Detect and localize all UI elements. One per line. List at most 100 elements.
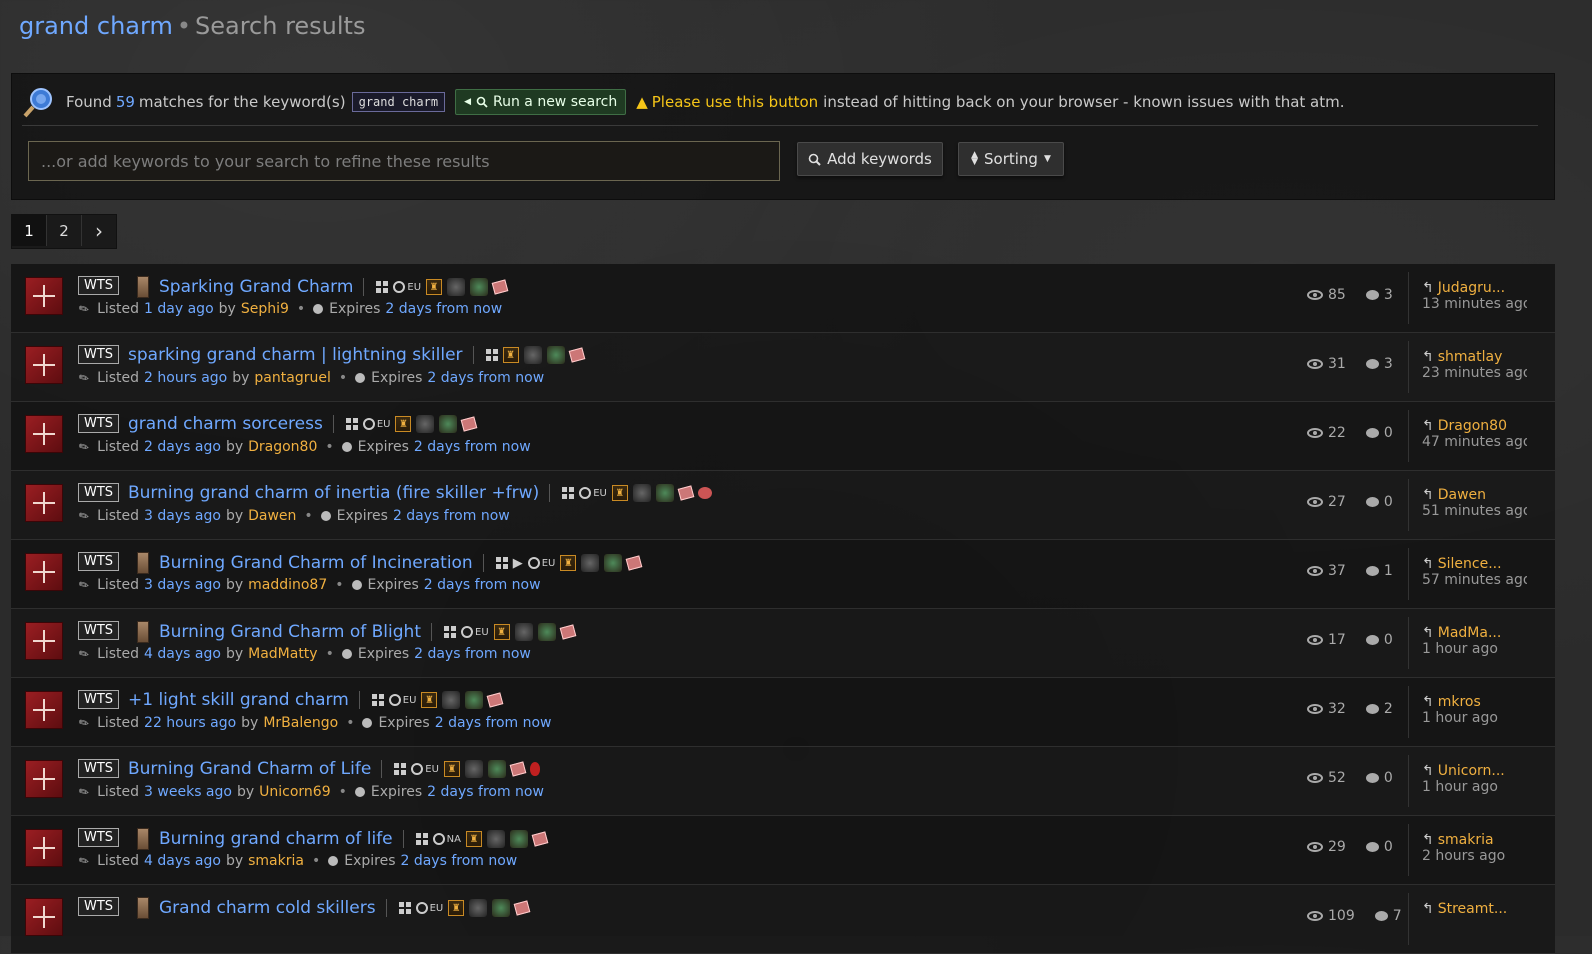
last-reply: ↰ Judagru... 13 minutes ago bbox=[1408, 272, 1527, 324]
class-icon bbox=[492, 899, 511, 917]
region-label: EU bbox=[402, 694, 417, 706]
listing-row[interactable]: WTS Sparking Grand Charm EU ♜ ✎ Listed 1 day a… bbox=[11, 264, 1555, 333]
last-reply: ↰ MadMa... 1 hour ago bbox=[1408, 617, 1527, 669]
seller-name[interactable]: maddino87 bbox=[248, 577, 327, 593]
reply-arrow-icon: ↰ bbox=[1422, 901, 1434, 917]
grand-charm-image bbox=[137, 552, 149, 574]
seller-name[interactable]: Dragon80 bbox=[248, 439, 317, 455]
page-title-keyword[interactable]: grand charm bbox=[19, 12, 173, 40]
region-tag: EU bbox=[579, 487, 607, 499]
wts-badge: WTS bbox=[78, 345, 120, 364]
seller-name[interactable]: Unicorn69 bbox=[259, 784, 330, 800]
last-reply-user[interactable]: Judagru... bbox=[1438, 280, 1505, 296]
listing-title-link[interactable]: grand charm sorceress bbox=[128, 414, 323, 434]
listing-thumbnail[interactable] bbox=[25, 829, 63, 867]
comment-icon bbox=[1374, 911, 1388, 921]
listing-thumbnail[interactable] bbox=[25, 553, 63, 591]
windows-platform-icon bbox=[394, 763, 407, 775]
last-reply-user[interactable]: Unicorn... bbox=[1438, 763, 1505, 779]
windows-platform-icon bbox=[562, 487, 575, 499]
hardcore-icon bbox=[514, 623, 533, 641]
add-keywords-button[interactable]: Add keywords bbox=[797, 142, 943, 176]
listing-thumbnail[interactable] bbox=[25, 277, 63, 315]
listing-row[interactable]: WTS Burning grand charm of inertia (fire … bbox=[11, 471, 1555, 540]
region-tag: EU bbox=[393, 281, 421, 293]
seller-name[interactable]: MadMatty bbox=[248, 646, 317, 662]
next-page-chevron-icon[interactable]: › bbox=[82, 215, 116, 246]
expires-label: Expires bbox=[329, 301, 381, 317]
listing-thumbnail[interactable] bbox=[25, 691, 63, 729]
seller-name[interactable]: smakria bbox=[248, 853, 304, 869]
listing-row[interactable]: WTS grand charm sorceress EU ♜ ✎ Listed 2 days… bbox=[11, 402, 1555, 471]
ladder-icon: ♜ bbox=[465, 831, 482, 847]
by-label: by bbox=[225, 646, 244, 662]
listing-title-link[interactable]: Burning Grand Charm of Life bbox=[128, 759, 371, 779]
last-reply-user[interactable]: Streamt... bbox=[1438, 901, 1508, 917]
listing-thumbnail[interactable] bbox=[25, 346, 63, 384]
listing-row[interactable]: WTS Burning grand charm of life NA ♜ ✎ Listed… bbox=[11, 816, 1555, 885]
reply-arrow-icon: ↰ bbox=[1422, 418, 1434, 434]
windows-platform-icon bbox=[345, 418, 358, 430]
run-new-search-button[interactable]: ◀ Run a new search bbox=[455, 89, 627, 115]
listing-title-link[interactable]: +1 light skill grand charm bbox=[128, 690, 349, 710]
title-divider bbox=[402, 830, 404, 848]
listing-row[interactable]: WTS Burning Grand Charm of Blight EU ♜ ✎ List… bbox=[11, 609, 1555, 678]
listing-thumbnail[interactable] bbox=[25, 484, 63, 522]
windows-platform-icon bbox=[495, 557, 508, 569]
listing-title-link[interactable]: sparking grand charm | lightning skiller bbox=[128, 345, 463, 365]
listed-ago: 3 weeks ago bbox=[144, 784, 232, 800]
comment-icon bbox=[1365, 428, 1379, 438]
listing-tags: EU ♜ bbox=[444, 623, 576, 641]
last-reply-user[interactable]: smakria bbox=[1438, 832, 1494, 848]
listing-title-link[interactable]: Burning grand charm of life bbox=[159, 829, 393, 849]
globe-icon bbox=[527, 557, 540, 569]
listing-row[interactable]: WTS Burning Grand Charm of Life EU ♜ ✎ Listed… bbox=[11, 747, 1555, 816]
panel-divider bbox=[22, 125, 1538, 126]
listing-thumbnail[interactable] bbox=[25, 760, 63, 798]
globe-icon bbox=[362, 418, 375, 430]
stopwatch-icon bbox=[355, 373, 366, 383]
listed-label: Listed bbox=[97, 853, 140, 869]
seller-name[interactable]: pantagruel bbox=[254, 370, 330, 386]
seller-name[interactable]: MrBalengo bbox=[263, 715, 338, 731]
listing-title-link[interactable]: Burning Grand Charm of Blight bbox=[159, 622, 421, 642]
listing-meta: ✎ Listed 22 hours ago by MrBalengo • Expires 2 … bbox=[76, 714, 551, 731]
listing-row[interactable]: WTS Grand charm cold skillers EU ♜ 109 7 ↰ Stre… bbox=[11, 885, 1555, 954]
page-1-button[interactable]: 1 bbox=[12, 215, 47, 246]
sorting-dropdown[interactable]: ▲ ▼ Sorting ▼ bbox=[958, 142, 1064, 176]
listing-title-line: Burning grand charm of life NA ♜ bbox=[137, 828, 549, 850]
last-reply-user[interactable]: mkros bbox=[1438, 694, 1481, 710]
stopwatch-icon bbox=[341, 442, 352, 452]
listing-title-link[interactable]: Burning Grand Charm of Incineration bbox=[159, 553, 473, 573]
seller-name[interactable]: Dawen bbox=[248, 508, 296, 524]
refine-keywords-input[interactable] bbox=[28, 141, 780, 181]
last-reply-user[interactable]: shmatlay bbox=[1438, 349, 1503, 365]
listing-title-link[interactable]: Sparking Grand Charm bbox=[159, 277, 353, 297]
last-reply-user[interactable]: MadMa... bbox=[1438, 625, 1502, 641]
listing-row[interactable]: WTS Burning Grand Charm of Incineration ▶ E… bbox=[11, 540, 1555, 609]
listing-title-link[interactable]: Burning grand charm of inertia (fire ski… bbox=[128, 483, 539, 503]
by-label: by bbox=[232, 370, 250, 386]
listing-row[interactable]: WTS sparking grand charm | lightning skil… bbox=[11, 333, 1555, 402]
by-label: by bbox=[225, 508, 244, 524]
listing-thumbnail[interactable] bbox=[25, 415, 63, 453]
wts-badge: WTS bbox=[78, 897, 120, 916]
last-reply-user[interactable]: Dawen bbox=[1438, 487, 1486, 503]
last-reply-user[interactable]: Silence... bbox=[1438, 556, 1502, 572]
listing-row[interactable]: WTS +1 light skill grand charm EU ♜ ✎ Listed 2… bbox=[11, 678, 1555, 747]
listing-thumbnail[interactable] bbox=[25, 898, 63, 936]
listing-title-link[interactable]: Grand charm cold skillers bbox=[159, 898, 376, 918]
reply-count: 3 bbox=[1383, 287, 1393, 303]
stopwatch-icon bbox=[362, 718, 373, 728]
eye-icon bbox=[1307, 290, 1323, 300]
listing-thumbnail[interactable] bbox=[25, 622, 63, 660]
listing-meta: ✎ Listed 3 days ago by Dawen • Expires 2 days f… bbox=[76, 507, 510, 524]
seller-name[interactable]: Sephi9 bbox=[241, 301, 289, 317]
last-reply-user[interactable]: Dragon80 bbox=[1438, 418, 1507, 434]
title-divider bbox=[549, 484, 551, 502]
comment-icon bbox=[1365, 290, 1379, 300]
windows-platform-icon bbox=[398, 902, 411, 914]
ladder-icon: ♜ bbox=[443, 761, 460, 777]
page-2-button[interactable]: 2 bbox=[47, 215, 82, 246]
last-reply: ↰ smakria 2 hours ago bbox=[1408, 824, 1527, 876]
